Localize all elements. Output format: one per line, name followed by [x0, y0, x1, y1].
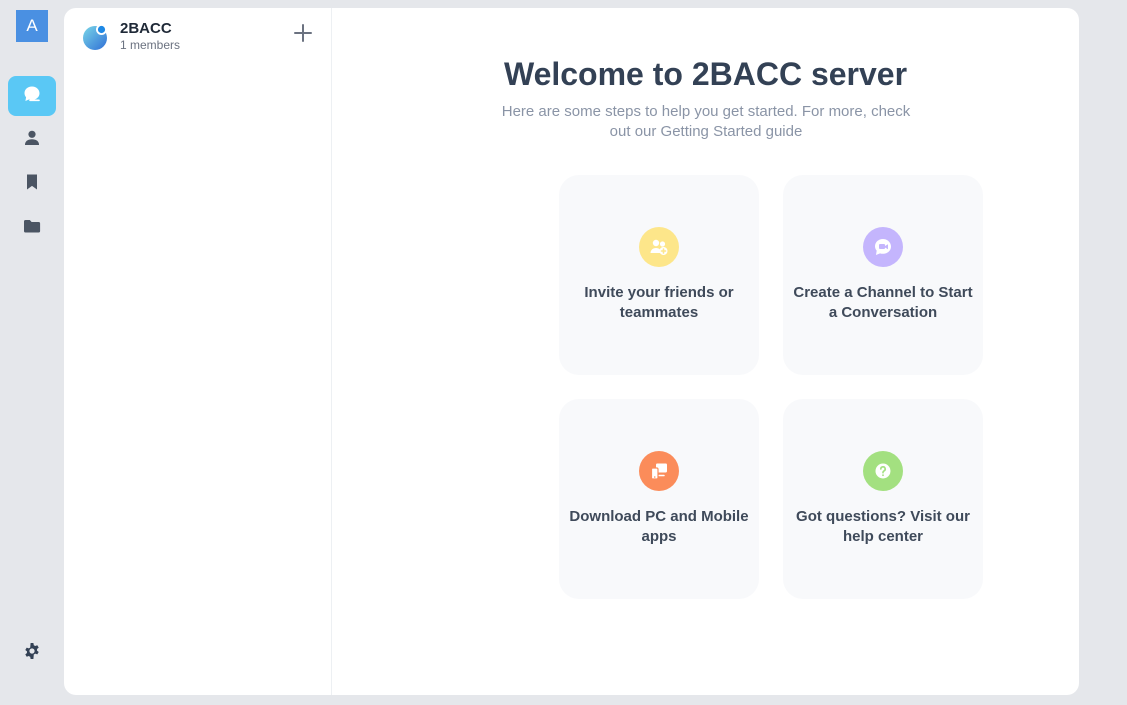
server-header[interactable]: 2BACC 1 members [82, 20, 180, 53]
welcome-subtitle: Here are some steps to help you get star… [501, 103, 911, 140]
server-sidebar: 2BACC 1 members [64, 8, 332, 695]
member-count: 1 members [120, 38, 181, 52]
rail-chat-button[interactable] [8, 76, 56, 116]
add-channel-button[interactable] [292, 23, 314, 48]
download-apps-label: Download PC and Mobile apps [569, 508, 749, 545]
invite-friends-label: Invite your friends or teammates [584, 284, 734, 321]
invite-friends-tile[interactable]: Invite your friends or teammates [559, 175, 759, 375]
create-channel-label: Create a Channel to Start a Conversation [793, 284, 973, 321]
download-apps-icon [639, 451, 679, 491]
rail-files-button[interactable] [8, 208, 56, 248]
welcome-title: Welcome to 2BACC server [503, 56, 908, 92]
chat-icon [22, 84, 42, 109]
welcome-content: Welcome to 2BACC server Here are some st… [332, 8, 1079, 695]
invite-friends-icon [639, 227, 679, 267]
contacts-icon [22, 128, 42, 153]
create-channel-tile[interactable]: Create a Channel to Start a Conversation [783, 175, 983, 375]
help-center-tile[interactable]: Got questions? Visit our help center [783, 399, 983, 599]
rail-bookmarks-button[interactable] [8, 164, 56, 204]
help-center-icon [863, 451, 903, 491]
rail-contacts-button[interactable] [8, 120, 56, 160]
app-window: A 2BACC 1 members Welcome to 2BACC serve… [0, 0, 1127, 705]
server-logo-icon [82, 23, 110, 51]
left-rail: A [0, 0, 64, 705]
main-panel: 2BACC 1 members Welcome to 2BACC server … [64, 8, 1079, 695]
server-name: 2BACC [120, 20, 172, 37]
download-apps-tile[interactable]: Download PC and Mobile apps [559, 399, 759, 599]
plus-icon [293, 23, 313, 48]
user-avatar[interactable]: A [16, 10, 48, 42]
folder-icon [22, 216, 42, 241]
create-channel-icon [863, 227, 903, 267]
bookmark-icon [22, 172, 42, 197]
settings-button[interactable] [8, 633, 56, 673]
gear-icon [22, 641, 42, 666]
help-center-label: Got questions? Visit our help center [796, 508, 970, 545]
